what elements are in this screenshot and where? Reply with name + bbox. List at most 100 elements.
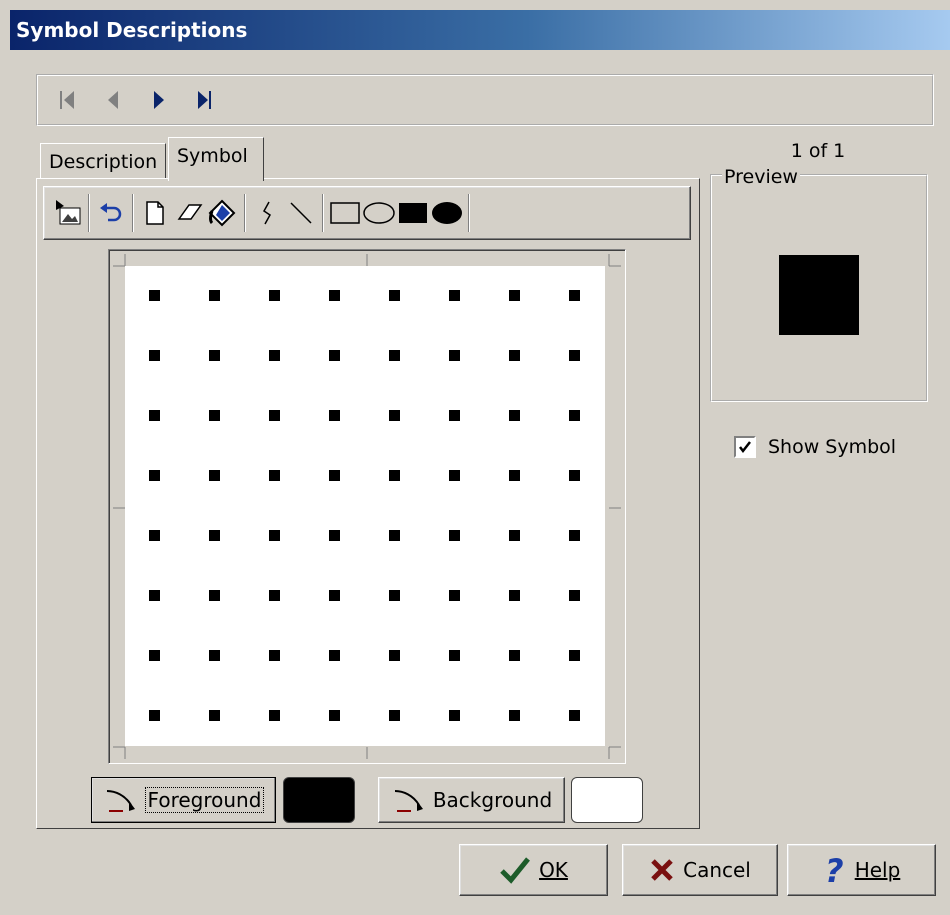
rectangle-button[interactable] xyxy=(328,196,362,230)
canvas-pixel xyxy=(209,650,220,661)
fill-button[interactable] xyxy=(206,196,240,230)
undo-button[interactable] xyxy=(94,196,128,230)
help-label: Help xyxy=(854,858,901,882)
toolbar-separator xyxy=(244,194,246,232)
background-label: Background xyxy=(432,788,553,812)
ok-label: OK xyxy=(539,858,568,882)
next-record-button[interactable] xyxy=(144,83,174,117)
canvas-pixel xyxy=(449,290,460,301)
ellipse-icon xyxy=(363,202,395,224)
filled-ellipse-button[interactable] xyxy=(430,196,464,230)
canvas-pixel xyxy=(149,290,160,301)
canvas-pixel xyxy=(389,290,400,301)
canvas-pixel xyxy=(269,590,280,601)
canvas-pixel xyxy=(569,470,580,481)
canvas-pixel xyxy=(269,650,280,661)
close-icon xyxy=(651,859,673,881)
drawing-toolbar xyxy=(43,186,691,240)
canvas-pixel xyxy=(329,590,340,601)
toolbar-separator xyxy=(132,194,134,232)
cancel-button[interactable]: Cancel xyxy=(622,844,778,896)
eraser-button[interactable] xyxy=(172,196,206,230)
canvas-pixel xyxy=(149,710,160,721)
canvas-pixel xyxy=(329,710,340,721)
canvas-pixel xyxy=(149,410,160,421)
canvas-pixel xyxy=(569,410,580,421)
freehand-icon xyxy=(263,201,271,225)
toolbar-separator xyxy=(88,194,90,232)
cancel-label: Cancel xyxy=(683,858,751,882)
canvas-pixel xyxy=(449,410,460,421)
canvas-pixel xyxy=(569,590,580,601)
first-record-button[interactable] xyxy=(52,83,82,117)
canvas-pixel xyxy=(509,710,520,721)
help-button[interactable]: ? Help xyxy=(787,844,936,896)
canvas-pixel xyxy=(569,350,580,361)
tab-description[interactable]: Description xyxy=(40,143,167,179)
canvas-pixel xyxy=(149,650,160,661)
background-button[interactable]: Background xyxy=(378,777,565,823)
canvas-pixel xyxy=(209,290,220,301)
fill-icon xyxy=(208,199,236,227)
ellipse-button[interactable] xyxy=(362,196,396,230)
canvas-pixel xyxy=(389,410,400,421)
new-icon xyxy=(146,201,164,225)
foreground-button[interactable]: Foreground xyxy=(91,777,276,823)
color-picker-icon xyxy=(106,790,135,812)
canvas-pixel xyxy=(269,470,280,481)
canvas-pixel xyxy=(449,470,460,481)
canvas-pixel xyxy=(569,650,580,661)
canvas-pixel xyxy=(269,530,280,541)
record-position-label: 1 of 1 xyxy=(790,140,846,162)
filled-rectangle-button[interactable] xyxy=(396,196,430,230)
canvas-pixel xyxy=(329,470,340,481)
window-title: Symbol Descriptions xyxy=(10,10,950,50)
canvas-pixel xyxy=(149,350,160,361)
canvas-pixel xyxy=(509,530,520,541)
canvas-pixel xyxy=(509,650,520,661)
color-picker-icon xyxy=(394,790,423,812)
canvas-pixel xyxy=(569,530,580,541)
svg-text:?: ? xyxy=(825,854,844,886)
show-symbol-label[interactable]: Show Symbol xyxy=(768,436,896,458)
canvas-pixel xyxy=(209,350,220,361)
canvas-pixel xyxy=(389,530,400,541)
show-symbol-checkbox[interactable] xyxy=(734,436,756,458)
first-record-icon xyxy=(60,91,74,109)
last-record-button[interactable] xyxy=(190,83,220,117)
canvas-pixel xyxy=(209,410,220,421)
canvas-pixel xyxy=(449,350,460,361)
canvas-pixel xyxy=(389,470,400,481)
foreground-swatch[interactable] xyxy=(283,777,355,823)
ok-button[interactable]: OK xyxy=(459,844,608,896)
import-image-button[interactable] xyxy=(50,196,84,230)
canvas-pixel xyxy=(569,710,580,721)
canvas-pixel xyxy=(329,410,340,421)
freehand-button[interactable] xyxy=(250,196,284,230)
canvas-pixel xyxy=(149,530,160,541)
canvas-pixel xyxy=(449,650,460,661)
canvas-pixel xyxy=(389,650,400,661)
help-icon: ? xyxy=(825,854,844,886)
canvas-pixel xyxy=(449,530,460,541)
last-record-icon xyxy=(198,91,211,109)
rectangle-icon xyxy=(330,202,360,224)
line-button[interactable] xyxy=(284,196,318,230)
foreground-label: Foreground xyxy=(144,787,265,813)
canvas-pixel xyxy=(269,350,280,361)
previous-record-button[interactable] xyxy=(98,83,128,117)
next-record-icon xyxy=(154,91,164,109)
canvas-pixel xyxy=(329,650,340,661)
canvas-pixel xyxy=(389,590,400,601)
tab-symbol[interactable]: Symbol xyxy=(168,137,264,181)
canvas-pixel xyxy=(209,590,220,601)
record-navigator xyxy=(36,74,934,126)
canvas-pixel xyxy=(209,530,220,541)
canvas-pixel xyxy=(269,290,280,301)
drawing-canvas[interactable] xyxy=(125,266,605,746)
new-button[interactable] xyxy=(138,196,172,230)
canvas-pixel xyxy=(509,590,520,601)
canvas-pixel xyxy=(149,590,160,601)
canvas-pixel xyxy=(569,290,580,301)
background-swatch[interactable] xyxy=(571,777,643,823)
